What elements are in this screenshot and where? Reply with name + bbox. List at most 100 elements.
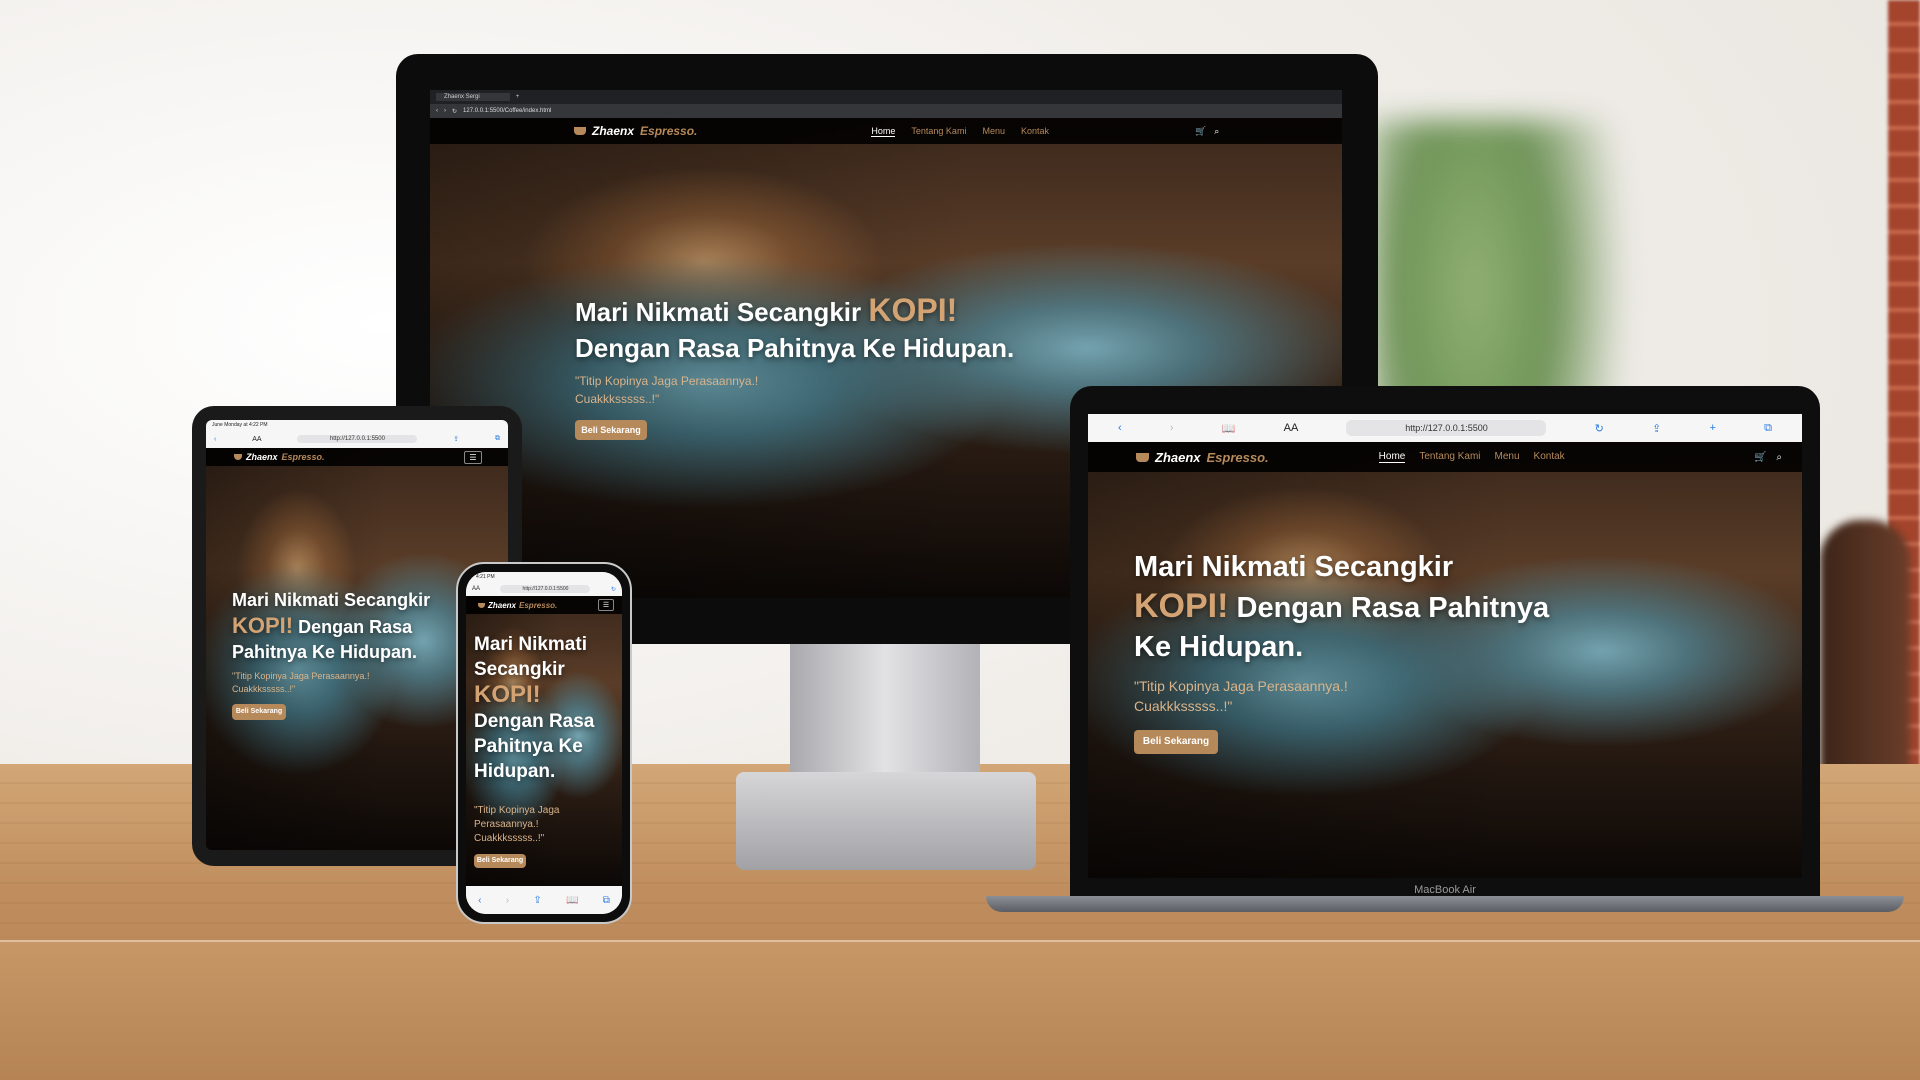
headline-kopi: KOPI!: [868, 292, 958, 328]
logo-main: Zhaenx: [488, 600, 517, 610]
hamburger-menu-button[interactable]: ☰: [464, 451, 482, 464]
back-icon[interactable]: ‹: [478, 895, 481, 906]
site-logo[interactable]: Zhaenx Espresso.: [574, 124, 697, 138]
tablet-status-time: June Monday at 4:22 PM: [212, 422, 268, 428]
nav-menu: Home Tentang Kami Menu Kontak: [871, 126, 1049, 137]
coffee-cup-icon: [234, 454, 242, 460]
forward-icon[interactable]: ›: [1170, 422, 1174, 434]
reload-icon[interactable]: ↻: [452, 108, 457, 115]
nav-menu-link[interactable]: Menu: [1495, 451, 1520, 463]
back-icon[interactable]: ‹: [214, 436, 216, 443]
logo-main: Zhaenx: [592, 124, 635, 138]
logo-accent: Espresso.: [640, 124, 698, 138]
logo-accent: Espresso.: [281, 452, 325, 462]
hero-quote: "Titip Kopinya Jaga Perasaannya.! Cuakkk…: [232, 671, 370, 694]
laptop-safari-toolbar: ‹ › 📖 AA http://127.0.0.1:5500 ↻ ⇪ + ⧉: [1088, 414, 1802, 442]
tabs-icon[interactable]: ⧉: [495, 435, 500, 443]
forward-icon[interactable]: ›: [506, 895, 509, 906]
nav-home[interactable]: Home: [1378, 451, 1406, 463]
site-logo[interactable]: Zhaenx Espresso.: [478, 601, 557, 610]
buy-now-button[interactable]: Beli Sekarang: [232, 704, 286, 720]
laptop: ‹ › 📖 AA http://127.0.0.1:5500 ↻ ⇪ + ⧉ Z…: [1070, 386, 1820, 898]
site-navbar: Zhaenx Espresso.: [206, 448, 508, 466]
nav-home[interactable]: Home: [871, 126, 896, 137]
site-navbar: Zhaenx Espresso. Home Tentang Kami Menu K…: [1088, 442, 1802, 472]
phone-url-field[interactable]: http://127.0.0.1:5500: [500, 585, 591, 593]
reload-icon[interactable]: ↻: [1595, 422, 1604, 435]
buy-now-button[interactable]: Beli Sekarang: [1134, 730, 1218, 754]
share-icon[interactable]: ⇪: [1652, 422, 1661, 435]
laptop-screen: ‹ › 📖 AA http://127.0.0.1:5500 ↻ ⇪ + ⧉ Z…: [1088, 414, 1802, 878]
new-tab-icon[interactable]: +: [1709, 422, 1715, 434]
buy-now-button[interactable]: Beli Sekarang: [575, 420, 647, 440]
headline-kopi: KOPI!: [232, 613, 294, 638]
forward-icon[interactable]: ›: [444, 108, 446, 114]
headline-part-a: Mari Nikmati Secangkir: [1134, 551, 1454, 583]
logo-main: Zhaenx: [1155, 449, 1201, 465]
site-logo[interactable]: Zhaenx Espresso.: [1136, 450, 1269, 465]
tabs-icon[interactable]: ⧉: [603, 895, 610, 906]
reader-aa[interactable]: AA: [252, 436, 261, 443]
browser-tab-bar: Zhaenx Sergi +: [430, 90, 1342, 104]
hero-quote: "Titip Kopinya Jaga Perasaannya.! Cuakkk…: [1134, 678, 1348, 714]
buy-now-button[interactable]: Beli Sekarang: [474, 854, 526, 868]
nav-kontak[interactable]: Kontak: [1021, 126, 1049, 137]
headline-kopi: KOPI!: [474, 681, 541, 708]
coffee-cup-icon: [574, 127, 586, 135]
phone-safari-bottom-bar: ‹ › ⇪ 📖 ⧉: [466, 886, 622, 914]
monitor-base: [736, 772, 1036, 870]
coffee-cup-icon: [1136, 452, 1149, 462]
cart-icon[interactable]: 🛒: [1754, 452, 1766, 463]
site-navbar: Zhaenx Espresso. Home Tentang Kami Menu K…: [430, 118, 1342, 144]
nav-tentang-kami[interactable]: Tentang Kami: [1419, 451, 1480, 463]
back-icon[interactable]: ‹: [1118, 422, 1122, 434]
reader-aa[interactable]: AA: [472, 586, 480, 592]
nav-menu: Home Tentang Kami Menu Kontak: [1378, 451, 1565, 463]
tabs-icon[interactable]: ⧉: [1764, 422, 1772, 435]
monitor-neck: [790, 644, 980, 774]
table-edge: [0, 940, 1920, 1080]
logo-main: Zhaenx: [246, 452, 278, 462]
browser-tab[interactable]: Zhaenx Sergi: [436, 93, 510, 101]
nav-kontak[interactable]: Kontak: [1534, 451, 1565, 463]
nav-icons: 🛒 ⌕: [1195, 126, 1219, 137]
phone-time: 4:21 PM: [476, 574, 495, 580]
hero-headline: Mari Nikmati Secangkir KOPI! Dengan Rasa…: [474, 632, 614, 784]
hamburger-menu-button[interactable]: ☰: [598, 599, 614, 611]
new-tab-button[interactable]: +: [516, 94, 520, 100]
nav-tentang-kami[interactable]: Tentang Kami: [911, 126, 966, 137]
phone: 4:21 PM AA http://127.0.0.1:5500 ↻ Zhaen…: [456, 562, 632, 924]
search-icon[interactable]: ⌕: [1776, 452, 1782, 463]
tablet-url-field[interactable]: http://127.0.0.1:5500: [297, 435, 418, 443]
bookmarks-icon[interactable]: 📖: [1222, 422, 1236, 435]
logo-accent: Espresso.: [519, 600, 558, 610]
cart-icon[interactable]: 🛒: [1195, 126, 1206, 137]
hero-quote: "Titip Kopinya Jaga Perasaannya.! Cuakkk…: [575, 374, 759, 406]
reader-aa[interactable]: AA: [1284, 422, 1299, 434]
search-icon[interactable]: ⌕: [1214, 126, 1219, 137]
share-icon[interactable]: ⇪: [453, 435, 459, 443]
share-icon[interactable]: ⇪: [533, 895, 541, 906]
reload-icon[interactable]: ↻: [611, 586, 616, 593]
hero-quote: "Titip Kopinya Jaga Perasaannya.! Cuakkk…: [474, 805, 560, 844]
url-field[interactable]: 127.0.0.1:5500/Coffee/index.html: [463, 108, 551, 114]
headline-part-a: Mari Nikmati Secangkir: [575, 297, 869, 327]
hero-headline: Mari Nikmati Secangkir KOPI! Dengan Rasa…: [1134, 548, 1554, 667]
phone-status-bar: 4:21 PM: [466, 572, 622, 582]
headline-part-a: Mari Nikmati Secangkir: [474, 634, 587, 680]
headline-kopi: KOPI!: [1134, 587, 1229, 625]
headline-part-b: Dengan Rasa Pahitnya Ke Hidupan.: [474, 711, 595, 782]
bookmarks-icon[interactable]: 📖: [566, 895, 578, 906]
site-logo[interactable]: Zhaenx Espresso.: [234, 452, 325, 462]
phone-safari-toolbar: AA http://127.0.0.1:5500 ↻: [466, 582, 622, 596]
logo-accent: Espresso.: [1206, 449, 1269, 465]
nav-menu-link[interactable]: Menu: [982, 126, 1005, 137]
browser-address-bar: ‹ › ↻ 127.0.0.1:5500/Coffee/index.html: [430, 104, 1342, 118]
back-icon[interactable]: ‹: [436, 108, 438, 114]
laptop-url-field[interactable]: http://127.0.0.1:5500: [1346, 420, 1547, 436]
headline-part-a: Mari Nikmati Secangkir: [232, 590, 431, 610]
hero-headline: Mari Nikmati Secangkir KOPI! Dengan Rasa…: [232, 588, 472, 665]
tablet-status-bar: June Monday at 4:22 PM: [206, 420, 508, 430]
background-chair: [1820, 520, 1910, 780]
coffee-cup-icon: [478, 602, 485, 608]
